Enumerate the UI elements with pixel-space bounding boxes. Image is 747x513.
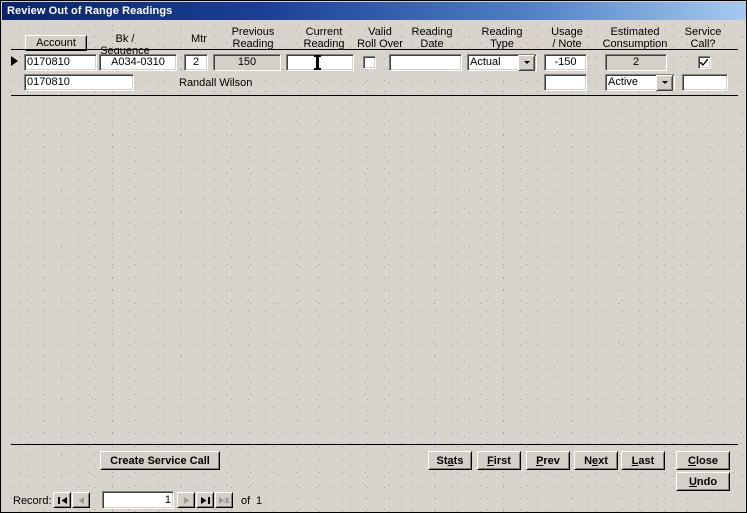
record-total: 1 xyxy=(256,495,263,507)
first-record-icon xyxy=(57,496,67,504)
column-header-usage-note: Usage / Note xyxy=(551,26,583,50)
column-header-reading-type: Reading Type xyxy=(481,26,523,50)
text-cursor-icon xyxy=(314,55,321,70)
chevron-down-icon[interactable] xyxy=(518,54,535,71)
customer-name-label: Randall Wilson xyxy=(179,77,253,89)
status-combobox[interactable]: Active xyxy=(605,74,675,91)
chevron-down-icon[interactable] xyxy=(656,74,673,91)
first-record-button[interactable] xyxy=(53,492,71,508)
previous-record-button[interactable] xyxy=(72,492,90,508)
reading-date-field[interactable] xyxy=(389,54,462,71)
previous-reading-field: 150 xyxy=(213,54,281,71)
detail-section-divider xyxy=(11,95,738,96)
record-selector-arrow xyxy=(11,56,18,66)
of-label: of xyxy=(241,495,251,507)
next-label: Next xyxy=(584,454,608,467)
column-header-mtr: Mtr xyxy=(191,33,207,45)
account-button-label: Account xyxy=(36,37,76,49)
column-header-reading-date: Reading Date xyxy=(411,26,453,50)
first-label: First xyxy=(487,454,511,467)
last-record-icon xyxy=(200,496,210,504)
prev-button[interactable]: Prev xyxy=(526,451,570,470)
estimated-consumption-field: 2 xyxy=(605,54,667,71)
reading-type-value: Actual xyxy=(470,56,501,68)
last-record-button[interactable] xyxy=(196,492,214,508)
check-icon xyxy=(700,59,708,66)
new-record-button[interactable] xyxy=(215,492,233,508)
service-call-checkbox[interactable] xyxy=(698,56,711,69)
new-record-icon xyxy=(218,496,230,504)
mtr-field[interactable]: 2 xyxy=(184,54,208,71)
last-button[interactable]: Last xyxy=(621,451,665,470)
undo-button[interactable]: Undo xyxy=(676,472,730,491)
header-divider xyxy=(11,49,738,50)
window-titlebar: Review Out of Range Readings xyxy=(2,2,746,20)
next-button[interactable]: Next xyxy=(574,451,618,470)
column-header-current-reading: Current Reading xyxy=(303,26,345,50)
next-record-icon xyxy=(183,496,189,504)
stats-button[interactable]: Stats xyxy=(428,451,472,470)
subrow-note-field[interactable] xyxy=(544,74,587,91)
form-background-pattern xyxy=(2,20,746,512)
usage-note-field[interactable]: -150 xyxy=(544,54,587,71)
close-label: Close xyxy=(688,454,718,467)
column-header-estimated-consumption: Estimated Consumption xyxy=(602,26,668,50)
record-label: Record: xyxy=(13,495,52,507)
column-header-previous-reading: Previous Reading xyxy=(231,26,275,50)
previous-record-icon xyxy=(78,496,84,504)
column-header-service-call: Service Call? xyxy=(684,26,722,50)
valid-roll-over-checkbox[interactable] xyxy=(363,56,376,69)
subrow-account-field[interactable]: 0170810 xyxy=(24,74,134,91)
record-number-input[interactable]: 1 xyxy=(102,491,174,509)
next-record-button[interactable] xyxy=(177,492,195,508)
stats-label: Stats xyxy=(436,454,464,467)
close-button[interactable]: Close xyxy=(676,451,730,470)
subrow-extra-field[interactable] xyxy=(682,74,728,91)
first-button[interactable]: First xyxy=(477,451,521,470)
undo-label: Undo xyxy=(688,475,718,488)
footer-divider xyxy=(11,444,738,445)
reading-type-combobox[interactable]: Actual xyxy=(467,54,537,71)
last-label: Last xyxy=(631,454,655,467)
prev-label: Prev xyxy=(536,454,560,467)
create-service-call-label: Create Service Call xyxy=(110,454,210,467)
account-field[interactable]: 0170810 xyxy=(24,54,97,71)
status-value: Active xyxy=(608,76,638,88)
bk-sequence-field[interactable]: A034-0310 xyxy=(99,54,177,71)
window-title: Review Out of Range Readings xyxy=(7,5,173,17)
review-out-of-range-readings-window: Review Out of Range Readings Bk / Sequen… xyxy=(0,0,747,513)
create-service-call-button[interactable]: Create Service Call xyxy=(100,451,220,470)
